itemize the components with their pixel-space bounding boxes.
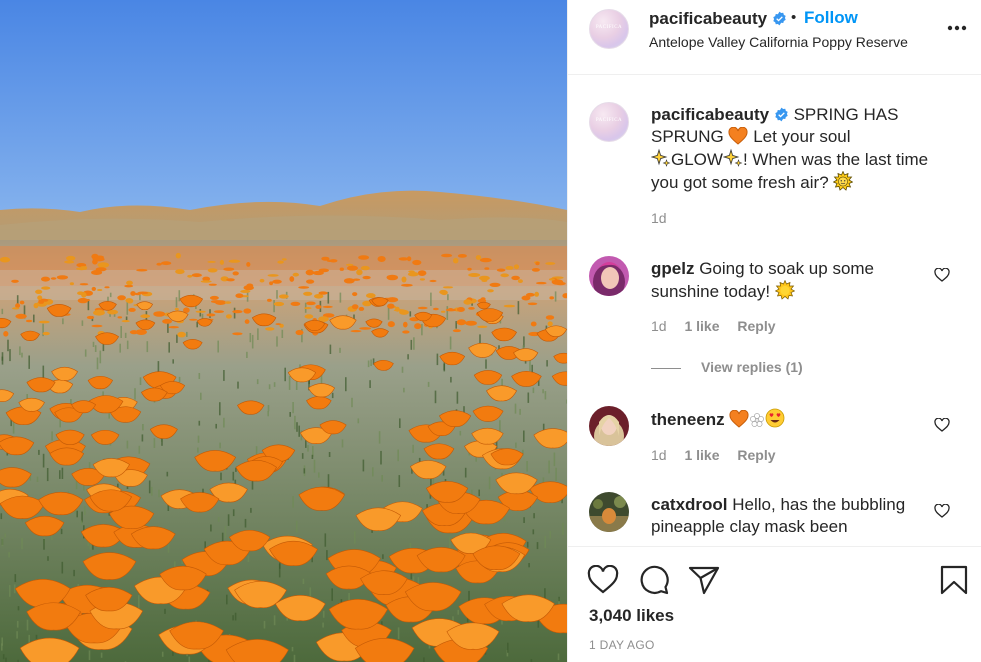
comment-line: Going to soak up some xyxy=(699,259,875,278)
like-comment-heart-icon[interactable] xyxy=(934,268,950,282)
poppy-field-image xyxy=(0,0,567,662)
view-replies-button[interactable]: View replies (1) xyxy=(651,359,803,375)
comment-like-count[interactable]: 1 like xyxy=(684,318,719,334)
bookmark-icon[interactable] xyxy=(938,565,970,595)
avatar-logo-text: PACIFICA xyxy=(595,25,623,30)
commenter-avatar[interactable] xyxy=(589,406,629,446)
comment-text: catxdrool Hello, has the bubbling pineap… xyxy=(651,494,951,538)
sparkles-icon xyxy=(722,148,743,167)
caption-username[interactable]: pacificabeauty xyxy=(651,105,769,124)
post-header: PACIFICA pacificabeauty • Follow Antelop… xyxy=(568,0,981,75)
author-username[interactable]: pacificabeauty xyxy=(649,9,787,29)
orange-heart-icon xyxy=(729,410,749,428)
caption-avatar[interactable]: PACIFICA xyxy=(589,102,629,142)
sun-face-icon xyxy=(833,171,854,191)
sun-icon xyxy=(774,280,795,300)
comment-line: Hello, has the bubbling xyxy=(732,495,906,514)
caption-timestamp[interactable]: 1d xyxy=(651,210,667,226)
comment-like-count[interactable]: 1 like xyxy=(684,447,719,463)
comment-meta: 1d 1 like Reply xyxy=(651,447,790,463)
commenter-username[interactable]: catxdrool xyxy=(651,495,728,514)
avatar-photo-gpelz xyxy=(589,256,629,296)
post-detail-panel: PACIFICA pacificabeauty • Follow Antelop… xyxy=(567,0,981,662)
commenter-avatar[interactable] xyxy=(589,492,629,532)
comment-line: pineapple clay mask been xyxy=(651,517,848,536)
orange-heart-icon xyxy=(728,127,748,145)
post-timestamp[interactable]: 1 DAY AGO xyxy=(589,638,655,652)
follow-button[interactable]: Follow xyxy=(804,8,858,28)
caption-meta: 1d xyxy=(651,210,681,226)
comment-meta: 1d 1 like Reply xyxy=(651,318,790,334)
commenter-username[interactable]: theneenz xyxy=(651,410,725,429)
more-options-icon[interactable] xyxy=(944,18,970,38)
post-actions: 3,040 likes 1 DAY AGO xyxy=(568,546,981,662)
comment-text: theneenz xyxy=(651,408,951,431)
heart-eyes-emoji-icon xyxy=(766,408,785,428)
caption-line: SPRUNG xyxy=(651,127,724,146)
caption-line: you got some fresh air? xyxy=(651,173,829,192)
author-username-text[interactable]: pacificabeauty xyxy=(649,9,767,28)
caption-line: GLOW xyxy=(671,150,723,169)
like-comment-heart-icon[interactable] xyxy=(934,418,950,432)
reply-button[interactable]: Reply xyxy=(737,318,775,334)
flower-icon xyxy=(750,413,765,427)
post-location[interactable]: Antelope Valley California Poppy Reserve xyxy=(649,34,908,50)
caption-text: pacificabeauty SPRING HAS SPRUNG Let you… xyxy=(651,104,951,194)
like-count[interactable]: 3,040 likes xyxy=(589,606,674,626)
caption-line: Let your soul xyxy=(753,127,851,146)
commenter-username[interactable]: gpelz xyxy=(651,259,694,278)
like-comment-heart-icon[interactable] xyxy=(934,504,950,518)
comment-line: sunshine today! xyxy=(651,282,771,301)
commenter-avatar[interactable] xyxy=(589,256,629,296)
comment-timestamp[interactable]: 1d xyxy=(651,447,667,463)
caption-line: SPRING HAS xyxy=(793,105,899,124)
comment-text: gpelz Going to soak up some sunshine tod… xyxy=(651,258,951,303)
comments-list[interactable]: PACIFICA pacificabeauty SPRING HAS SPRUN… xyxy=(568,76,981,546)
share-icon[interactable] xyxy=(688,565,720,595)
verified-badge-icon xyxy=(775,107,788,122)
post-photo[interactable] xyxy=(0,0,567,662)
sparkles-icon xyxy=(651,148,671,167)
comment-timestamp[interactable]: 1d xyxy=(651,318,667,334)
comment-icon[interactable] xyxy=(638,565,670,595)
reply-button[interactable]: Reply xyxy=(737,447,775,463)
avatar-photo-catxdrool xyxy=(589,492,629,532)
avatar-logo-text: PACIFICA xyxy=(595,118,623,123)
caption-line: ! When was the last time xyxy=(742,150,929,169)
avatar-photo-theneenz xyxy=(589,406,629,446)
verified-badge-icon xyxy=(773,11,786,26)
author-avatar[interactable]: PACIFICA xyxy=(589,9,629,49)
separator-dot: • xyxy=(791,9,797,26)
heart-icon[interactable] xyxy=(587,565,619,595)
